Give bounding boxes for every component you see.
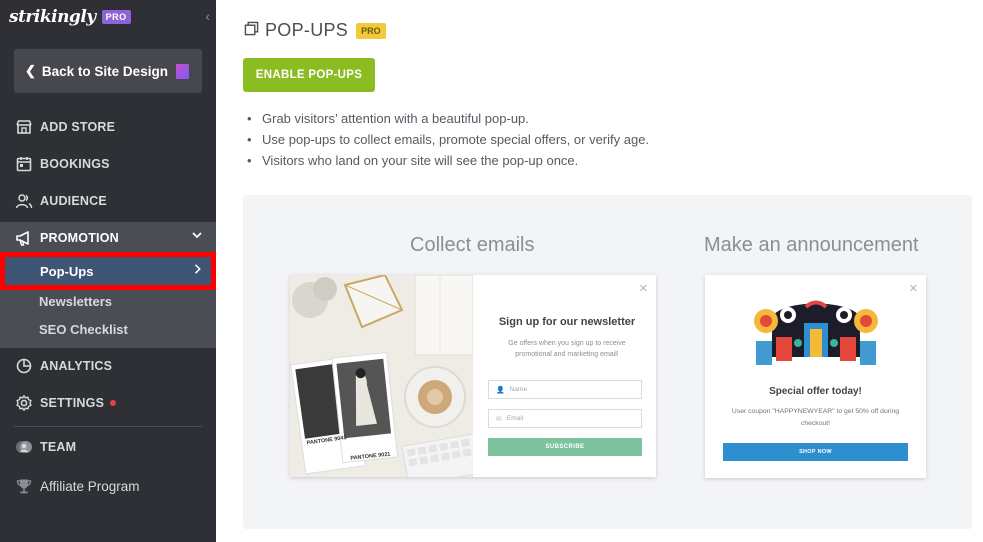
newsletter-subtext: Ge offers when you sign up to receive pr… xyxy=(508,340,626,358)
sidebar-item-label: PROMOTION xyxy=(40,231,119,245)
sidebar-item-label: AUDIENCE xyxy=(40,194,107,208)
audience-icon xyxy=(15,192,33,210)
brand-row: strikingly PRO ‹ xyxy=(9,6,214,28)
gear-icon xyxy=(15,394,33,412)
notification-dot xyxy=(110,400,117,406)
sidebar-item-label: SETTINGS xyxy=(40,396,105,410)
sidebar-item-promotion[interactable]: PROMOTION xyxy=(0,223,216,253)
sidebar-item-label: TEAM xyxy=(40,440,77,454)
sidebar-item-analytics[interactable]: ANALYTICS xyxy=(0,351,216,381)
close-icon[interactable]: ✕ xyxy=(639,282,648,295)
collapse-sidebar-icon[interactable]: ‹ xyxy=(205,8,210,24)
page-title: POP-UPS xyxy=(265,20,349,40)
name-field[interactable]: 👤 Name xyxy=(488,380,642,399)
megaphone-icon xyxy=(15,229,33,247)
store-icon xyxy=(15,118,33,136)
sidebar-subitem-newsletters[interactable]: Newsletters xyxy=(39,294,112,309)
email-placeholder: Email xyxy=(506,415,524,422)
subscribe-button[interactable]: SUBSCRIBE xyxy=(488,438,642,456)
sidebar-item-settings[interactable]: SETTINGS xyxy=(0,388,216,418)
desk-photo: PANTONE 9041 PANTONE 9021 xyxy=(290,275,473,477)
pro-badge: PRO xyxy=(356,22,386,39)
list-item: Visitors who land on your site will see … xyxy=(247,153,649,174)
calendar-icon xyxy=(15,155,33,173)
sidebar-item-label: Affiliate Program xyxy=(40,478,140,494)
sidebar: strikingly PRO ‹ ❮ Back to Site Design A… xyxy=(0,0,216,542)
collect-emails-preview[interactable]: PANTONE 9041 PANTONE 9021 ✕ Sign up for … xyxy=(290,275,656,477)
name-placeholder: Name xyxy=(509,386,528,393)
announcement-title: Make an announcement xyxy=(704,234,919,256)
collect-emails-title: Collect emails xyxy=(410,234,535,256)
newsletter-heading: Sign up for our newsletter xyxy=(498,316,636,328)
sidebar-subitem-seo-checklist[interactable]: SEO Checklist xyxy=(39,322,128,337)
email-field[interactable]: ✉ Email xyxy=(488,409,642,428)
sidebar-item-label: ANALYTICS xyxy=(40,359,113,373)
shop-now-button[interactable]: SHOP NOW xyxy=(723,443,908,461)
sidebar-item-team[interactable]: TEAM xyxy=(0,432,216,462)
strikingly-logo[interactable]: strikingly xyxy=(9,7,96,27)
sidebar-item-label: ADD STORE xyxy=(40,120,116,134)
team-icon xyxy=(15,438,33,456)
mail-icon: ✉ xyxy=(496,415,502,423)
chevron-left-icon: ❮ xyxy=(25,63,36,78)
sidebar-item-affiliate-program[interactable]: Affiliate Program xyxy=(0,471,216,501)
sidebar-item-bookings[interactable]: BOOKINGS xyxy=(0,149,216,179)
sidebar-divider xyxy=(14,426,202,427)
sidebar-subitem-pop-ups[interactable]: Pop-Ups xyxy=(0,252,216,290)
festive-illustration xyxy=(752,297,880,369)
sidebar-item-add-store[interactable]: ADD STORE xyxy=(0,112,216,142)
list-item: Use pop-ups to collect emails, promote s… xyxy=(247,132,649,153)
enable-pop-ups-button[interactable]: ENABLE POP-UPS xyxy=(243,58,375,92)
pro-badge: PRO xyxy=(101,10,131,24)
back-to-site-design-button[interactable]: ❮ Back to Site Design xyxy=(14,49,202,93)
feature-list: Grab visitors’ attention with a beautifu… xyxy=(247,111,649,174)
back-button-label: Back to Site Design xyxy=(41,63,168,79)
sidebar-item-audience[interactable]: AUDIENCE xyxy=(0,186,216,216)
analytics-icon xyxy=(15,357,33,375)
page-header: POP-UPS PRO xyxy=(244,20,386,41)
chevron-right-icon xyxy=(193,262,203,279)
announcement-preview[interactable]: ✕ Special offer today! User coupon "HAPP… xyxy=(705,275,926,478)
user-icon: 👤 xyxy=(496,386,505,394)
site-page-icon xyxy=(176,64,189,79)
close-icon[interactable]: ✕ xyxy=(909,282,918,295)
offer-heading: Special offer today! xyxy=(769,386,862,397)
chevron-down-icon xyxy=(191,229,203,244)
list-item: Grab visitors’ attention with a beautifu… xyxy=(247,111,649,132)
trophy-icon xyxy=(15,477,33,495)
sidebar-item-label: BOOKINGS xyxy=(40,157,110,171)
offer-subtext: User coupon "HAPPYNEWYEAR" to get 50% of… xyxy=(731,408,900,427)
sidebar-subitem-label: Pop-Ups xyxy=(40,264,94,279)
popup-icon xyxy=(244,21,259,41)
